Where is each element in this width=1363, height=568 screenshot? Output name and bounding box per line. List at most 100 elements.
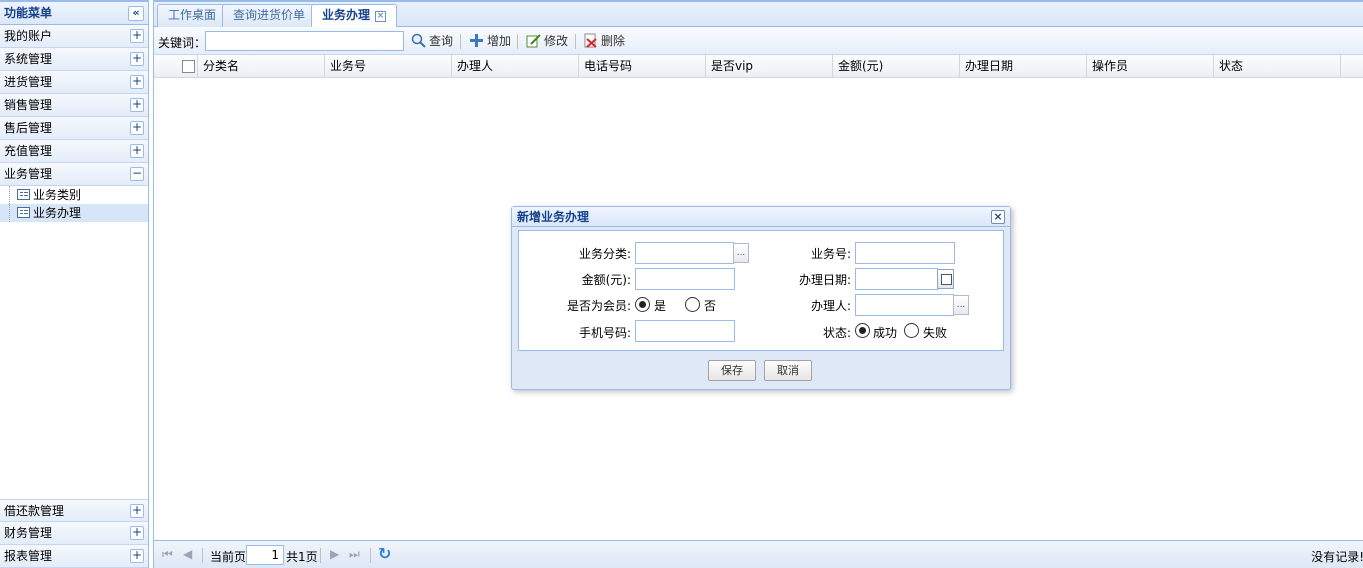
collapse-left-icon[interactable]: « bbox=[128, 6, 144, 21]
col-handler[interactable]: 办理人 bbox=[452, 55, 579, 78]
expand-icon[interactable]: + bbox=[130, 52, 144, 66]
expand-icon[interactable]: + bbox=[130, 75, 144, 89]
menu-business[interactable]: 业务管理 − bbox=[0, 163, 148, 186]
member-yes-radio[interactable] bbox=[635, 297, 650, 312]
form-icon bbox=[17, 207, 30, 218]
pagination-bar: ⏮ ◀ 当前页 共1页 ▶ ⏭ ↻ 没有记录! bbox=[154, 540, 1363, 568]
menu-recharge[interactable]: 充值管理 + bbox=[0, 140, 148, 163]
add-button[interactable]: 增加 bbox=[467, 31, 511, 51]
menu-finance[interactable]: 财务管理 + bbox=[0, 522, 148, 545]
expand-icon[interactable]: + bbox=[130, 526, 144, 540]
tab-workbench[interactable]: 工作桌面 bbox=[157, 4, 228, 27]
tab-bar: 工作桌面 查询进货价单 业务办理 × bbox=[154, 2, 1363, 28]
menu-sales[interactable]: 销售管理 + bbox=[0, 94, 148, 117]
expand-icon[interactable]: + bbox=[130, 504, 144, 518]
member-no-text: 否 bbox=[704, 299, 717, 313]
menu-loan[interactable]: 借还款管理 + bbox=[0, 499, 148, 522]
search-icon bbox=[411, 33, 426, 48]
total-pages-label: 共1页 bbox=[286, 550, 318, 564]
last-page-icon[interactable]: ⏭ bbox=[349, 547, 360, 562]
tree-item-business-category[interactable]: 业务类别 bbox=[0, 186, 148, 204]
delete-button[interactable]: 删除 bbox=[581, 31, 625, 51]
close-icon[interactable]: × bbox=[991, 210, 1005, 224]
col-amount[interactable]: 金额(元) bbox=[833, 55, 960, 78]
row-number-header bbox=[154, 55, 176, 78]
member-no-radio[interactable] bbox=[685, 297, 700, 312]
phone-input[interactable] bbox=[635, 320, 735, 342]
menu-aftersale[interactable]: 售后管理 + bbox=[0, 117, 148, 140]
menu-report[interactable]: 报表管理 + bbox=[0, 545, 148, 568]
edit-button[interactable]: 修改 bbox=[524, 31, 568, 51]
collapse-icon[interactable]: − bbox=[130, 167, 144, 181]
dialog-header: 新增业务办理 × bbox=[512, 207, 1010, 227]
col-vip[interactable]: 是否vip bbox=[706, 55, 833, 78]
expand-icon[interactable]: + bbox=[130, 121, 144, 135]
col-status[interactable]: 状态 bbox=[1214, 55, 1341, 78]
col-phone[interactable]: 电话号码 bbox=[579, 55, 706, 78]
handler-label: 办理人: bbox=[810, 299, 851, 313]
phone-label: 手机号码: bbox=[578, 326, 631, 340]
menu-purchase[interactable]: 进货管理 + bbox=[0, 71, 148, 94]
pager-separator bbox=[370, 548, 371, 563]
col-operator[interactable]: 操作员 bbox=[1087, 55, 1214, 78]
col-category[interactable]: 分类名 bbox=[198, 55, 325, 78]
expand-icon[interactable]: + bbox=[130, 549, 144, 563]
status-fail-radio[interactable] bbox=[904, 323, 919, 338]
keyword-input[interactable] bbox=[205, 31, 404, 51]
tree-line bbox=[9, 204, 10, 222]
toolbar-separator bbox=[517, 34, 518, 49]
dialog-form: 业务分类: ... 业务号: 金额(元): 办理日期: 是否为会员: 是 否 办… bbox=[518, 230, 1004, 351]
bottom-menu-group: 借还款管理 + 财务管理 + 报表管理 + bbox=[0, 499, 148, 568]
tab-purchase-price[interactable]: 查询进货价单 bbox=[222, 4, 317, 27]
business-tree: 业务类别 业务办理 bbox=[0, 186, 148, 499]
refresh-icon[interactable]: ↻ bbox=[378, 544, 391, 563]
tree-item-business-handle[interactable]: 业务办理 bbox=[0, 204, 148, 222]
calendar-icon[interactable] bbox=[937, 269, 954, 289]
delete-icon bbox=[584, 33, 597, 48]
select-all-header bbox=[176, 55, 198, 78]
next-page-icon[interactable]: ▶ bbox=[330, 547, 339, 561]
pager-separator bbox=[202, 548, 203, 563]
close-tab-icon[interactable]: × bbox=[375, 11, 387, 22]
date-input[interactable] bbox=[855, 268, 938, 290]
expand-icon[interactable]: + bbox=[130, 29, 144, 43]
menu-system[interactable]: 系统管理 + bbox=[0, 48, 148, 71]
query-button[interactable]: 查询 bbox=[409, 31, 453, 51]
member-yes-text: 是 bbox=[654, 299, 667, 313]
expand-icon[interactable]: + bbox=[130, 144, 144, 158]
handler-picker-button[interactable]: ... bbox=[953, 295, 969, 315]
category-combo[interactable] bbox=[635, 242, 734, 264]
toolbar-separator bbox=[460, 34, 461, 49]
select-all-checkbox[interactable] bbox=[182, 60, 195, 73]
tab-business-handle[interactable]: 业务办理 × bbox=[311, 4, 398, 28]
status-fail-text: 失败 bbox=[923, 326, 948, 340]
biz-no-label: 业务号: bbox=[810, 247, 851, 261]
menu-title: 功能菜单 « bbox=[0, 2, 148, 25]
current-page-label: 当前页 bbox=[210, 550, 247, 564]
first-page-icon[interactable]: ⏮ bbox=[162, 547, 173, 562]
dialog-title: 新增业务办理 bbox=[517, 210, 590, 224]
handler-combo[interactable] bbox=[855, 294, 954, 316]
col-biz-no[interactable]: 业务号 bbox=[325, 55, 452, 78]
biz-no-input[interactable] bbox=[855, 242, 955, 264]
pager-separator bbox=[320, 548, 321, 563]
page-number-input[interactable] bbox=[246, 545, 284, 565]
prev-page-icon[interactable]: ◀ bbox=[183, 547, 192, 561]
tree-line bbox=[9, 186, 10, 204]
save-button[interactable]: 保存 bbox=[708, 360, 756, 381]
status-label: 状态: bbox=[822, 326, 851, 340]
date-label: 办理日期: bbox=[798, 273, 851, 287]
toolbar-separator bbox=[575, 34, 576, 49]
left-menu-panel: 功能菜单 « 我的账户 + 系统管理 + 进货管理 + 销售管理 + 售后管理 … bbox=[0, 0, 149, 568]
form-icon bbox=[17, 189, 30, 200]
menu-my-account[interactable]: 我的账户 + bbox=[0, 25, 148, 48]
amount-input[interactable] bbox=[635, 268, 735, 290]
cancel-button[interactable]: 取消 bbox=[764, 360, 812, 381]
member-label: 是否为会员: bbox=[566, 299, 631, 313]
keyword-label: 关键词： bbox=[158, 36, 207, 50]
toolbar: 关键词： 查询 增加 修改 删除 bbox=[154, 27, 1363, 55]
category-label: 业务分类: bbox=[578, 247, 631, 261]
expand-icon[interactable]: + bbox=[130, 98, 144, 112]
col-date[interactable]: 办理日期 bbox=[960, 55, 1087, 78]
status-success-radio[interactable] bbox=[855, 323, 870, 338]
